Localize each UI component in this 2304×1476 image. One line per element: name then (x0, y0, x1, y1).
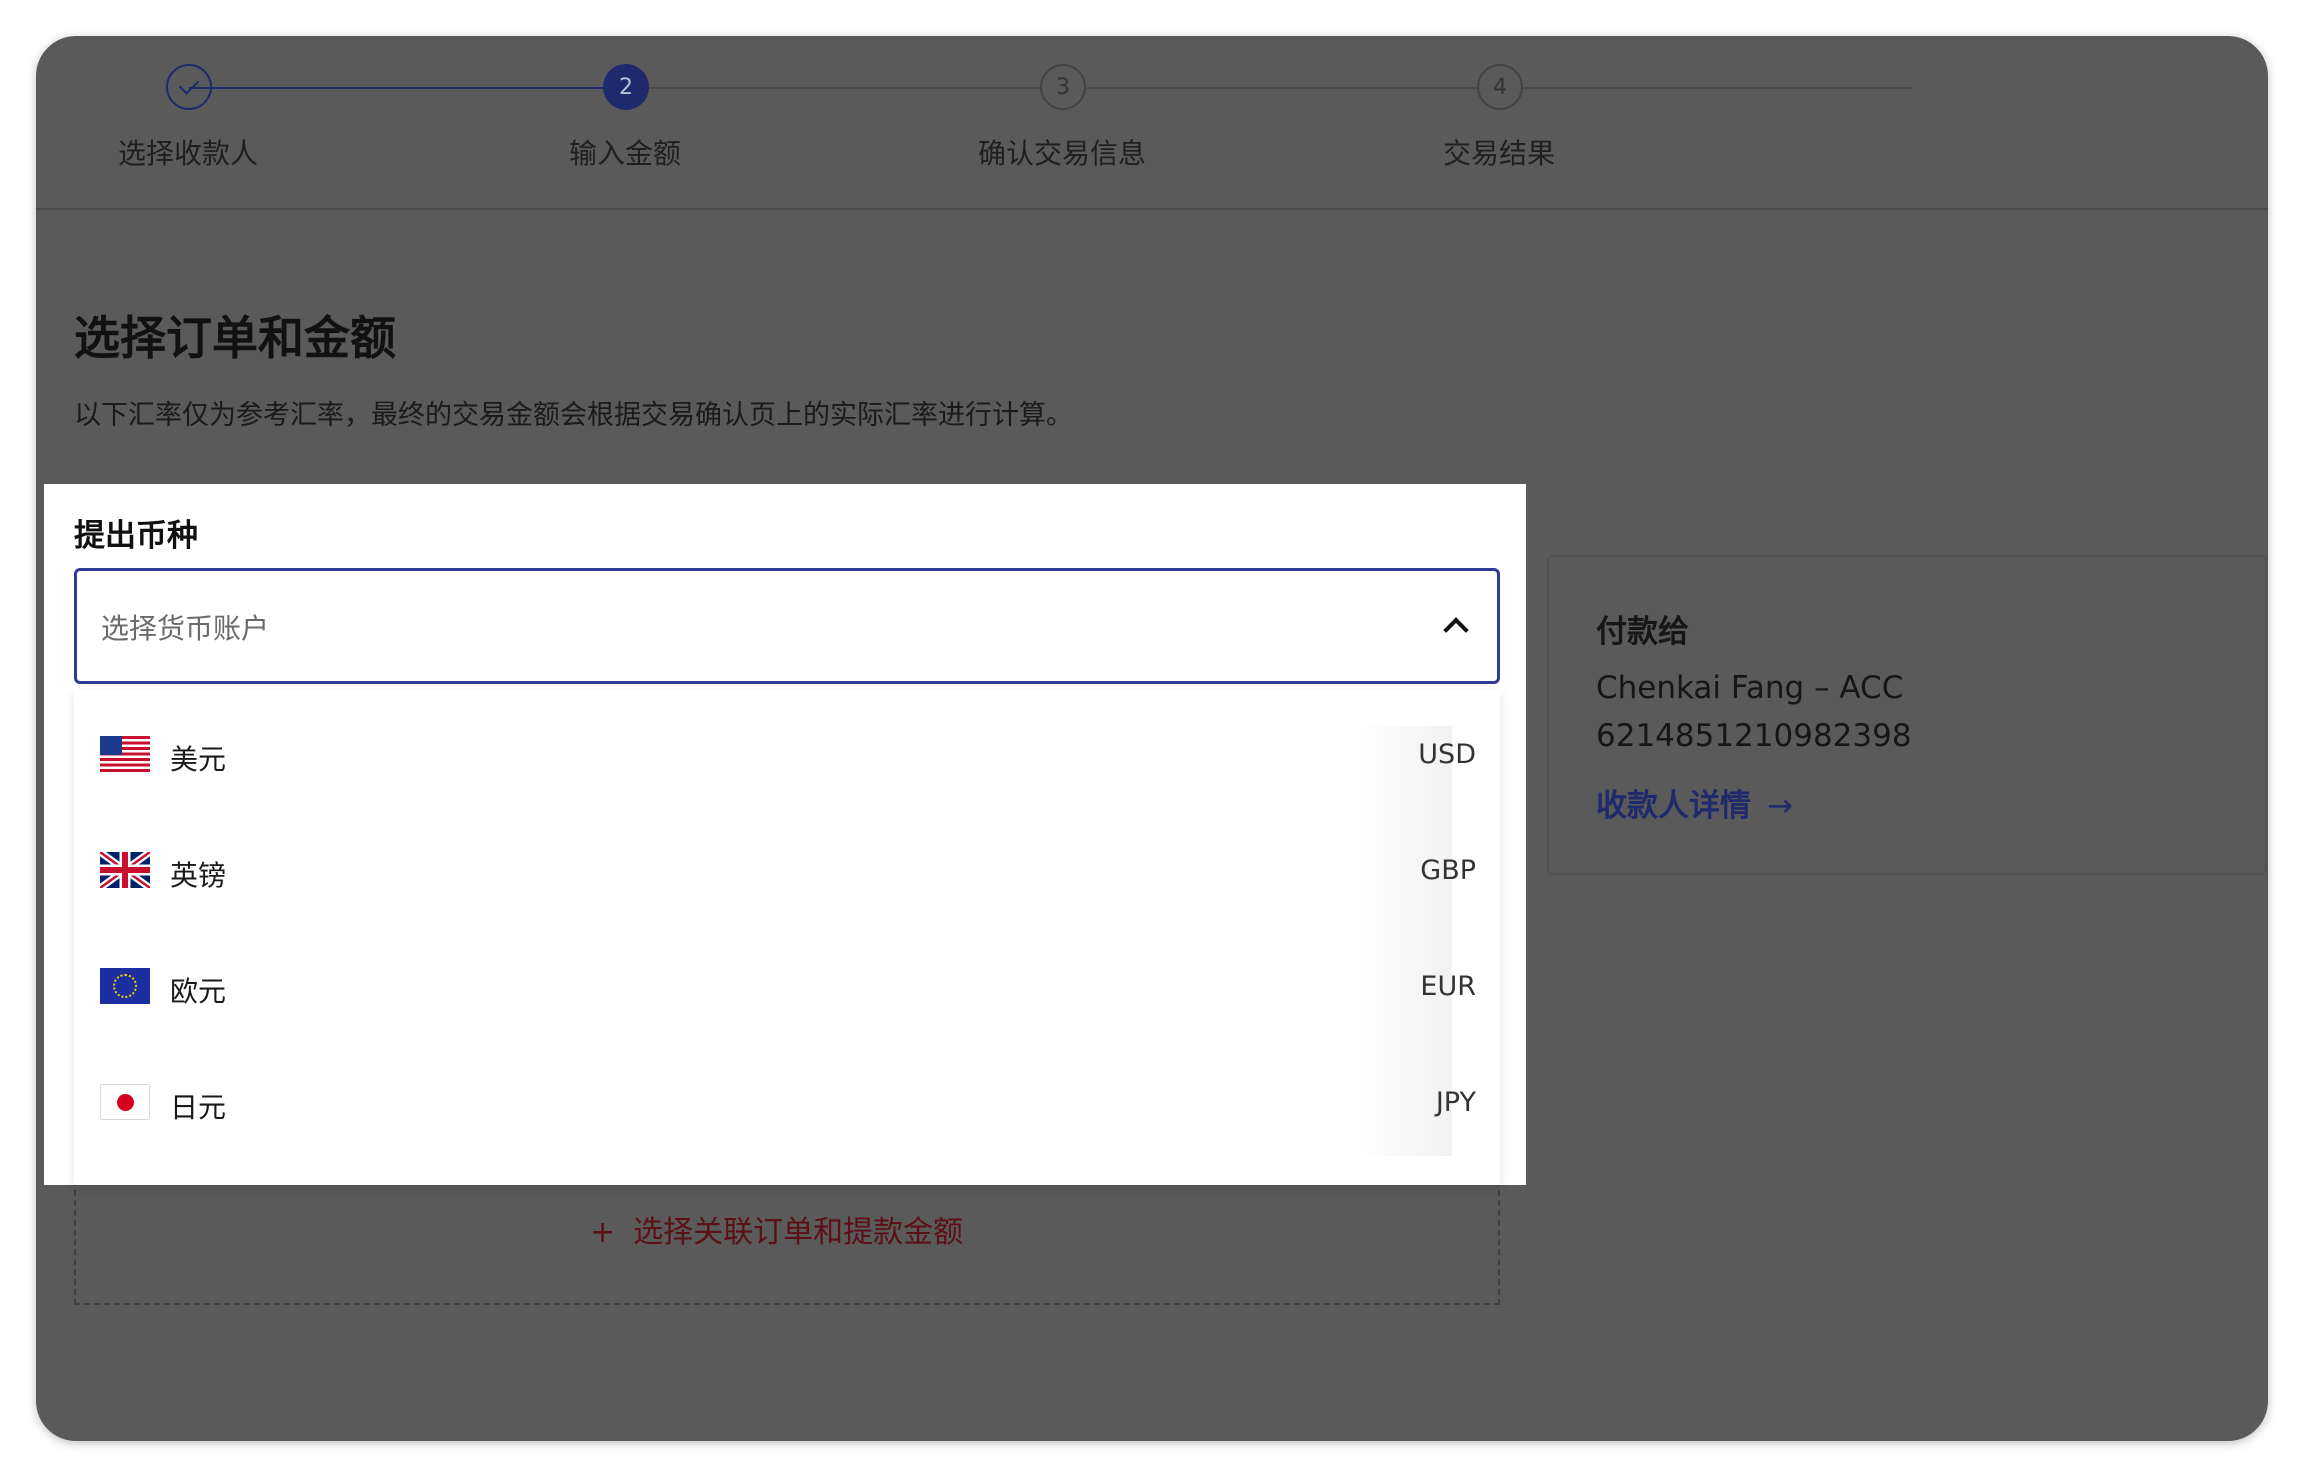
currency-option-code: JPY (1435, 1087, 1476, 1118)
arrow-right-icon: → (1767, 788, 1793, 824)
us-flag-icon (100, 736, 150, 772)
currency-option-usd[interactable]: 美元 USD (74, 696, 1500, 812)
payee-title: 付款给 (1596, 614, 1689, 650)
step-4-indicator: 4 (1477, 64, 1523, 110)
currency-select-placeholder: 选择货币账户 (101, 612, 270, 645)
stepper-track-pending (626, 87, 1912, 89)
currency-option-code: EUR (1420, 971, 1476, 1002)
currency-option-code: USD (1418, 739, 1476, 770)
step-1-check-icon (166, 64, 212, 110)
step-1-label: 选择收款人 (118, 137, 259, 170)
currency-select-label: 提出币种 (74, 518, 198, 554)
select-order-label: 选择关联订单和提款金额 (633, 1215, 964, 1250)
step-3-indicator: 3 (1040, 64, 1086, 110)
step-2-label: 输入金额 (569, 137, 682, 170)
select-order-link[interactable]: + 选择关联订单和提款金额 (590, 1207, 963, 1251)
uk-flag-icon (100, 852, 150, 888)
eu-flag-icon (100, 968, 150, 1004)
stepper-track-done (189, 87, 626, 89)
step-3-label: 确认交易信息 (978, 137, 1147, 170)
step-4-label: 交易结果 (1443, 137, 1556, 170)
currency-option-eur[interactable]: 欧元 EUR (74, 928, 1500, 1044)
page-subtitle: 以下汇率仅为参考汇率，最终的交易金额会根据交易确认页上的实际汇率进行计算。 (74, 400, 1073, 431)
payee-details-link[interactable]: 收款人详情 → (1596, 780, 1793, 825)
jp-flag-icon (100, 1084, 150, 1120)
currency-option-name: 欧元 (170, 975, 227, 1008)
currency-dropdown-list[interactable]: 美元 USD 英镑 GBP 欧元 EUR 日元 JPY (74, 690, 1500, 1185)
payee-account-number: 6214851210982398 (1596, 718, 1912, 754)
plus-icon: + (590, 1215, 616, 1250)
currency-select-input[interactable]: 选择货币账户 (74, 568, 1500, 684)
step-2-indicator: 2 (603, 64, 649, 110)
currency-option-name: 英镑 (170, 859, 227, 892)
payee-name: Chenkai Fang – ACC (1596, 670, 1904, 706)
payee-card (1547, 555, 2267, 875)
progress-stepper: 2 3 4 选择收款人 输入金额 确认交易信息 交易结果 (36, 36, 2268, 210)
currency-option-name: 美元 (170, 743, 227, 776)
currency-option-gbp[interactable]: 英镑 GBP (74, 812, 1500, 928)
currency-option-name: 日元 (170, 1091, 227, 1124)
page-title: 选择订单和金额 (74, 311, 396, 365)
currency-option-jpy[interactable]: 日元 JPY (74, 1044, 1500, 1160)
currency-option-code: GBP (1420, 855, 1476, 886)
payee-details-label: 收款人详情 (1596, 788, 1751, 824)
chevron-up-icon[interactable] (1443, 617, 1469, 643)
